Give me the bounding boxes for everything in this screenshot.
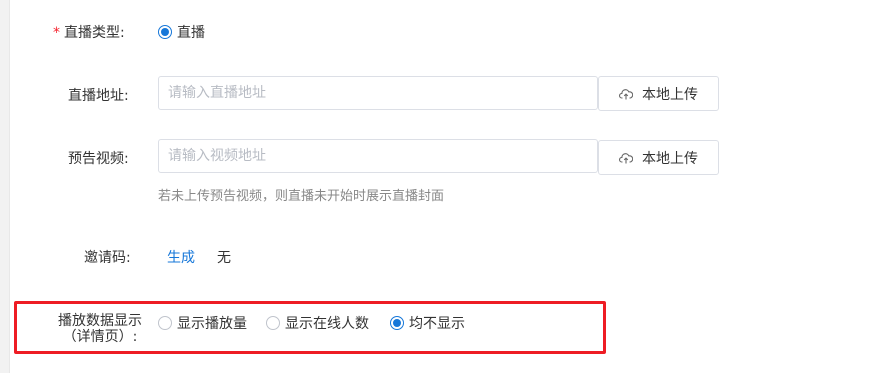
radio-label: 均不显示 [409, 316, 465, 332]
preview-video-input[interactable] [159, 140, 597, 172]
radio-checked-icon [158, 25, 172, 39]
live-type-radio-live[interactable]: 直播 [158, 22, 205, 42]
radio-label: 显示在线人数 [285, 316, 369, 332]
radio-show-play-count[interactable]: 显示播放量 [158, 313, 247, 333]
radio-show-none[interactable]: 均不显示 [390, 313, 465, 333]
live-url-input[interactable] [159, 77, 597, 109]
radio-unchecked-icon [266, 316, 280, 330]
radio-checked-icon [390, 316, 404, 330]
live-type-option-label: 直播 [177, 25, 205, 41]
playback-display-label-line1: 播放数据显示 [58, 313, 142, 329]
preview-video-hint: 若未上传预告视频，则直播未开始时展示直播封面 [158, 189, 445, 204]
preview-video-label: 预告视频: [68, 151, 129, 167]
preview-video-field[interactable] [158, 139, 598, 173]
upload-button-label: 本地上传 [642, 150, 698, 167]
playback-display-label: 播放数据显示 （详情页）: [50, 313, 150, 345]
upload-button-label: 本地上传 [642, 86, 698, 103]
cloud-upload-icon [619, 152, 633, 163]
left-panel-border [0, 0, 10, 373]
radio-show-online-count[interactable]: 显示在线人数 [266, 313, 369, 333]
required-mark: * [53, 25, 60, 41]
live-url-label: 直播地址: [68, 88, 129, 104]
live-type-label-text: 直播类型: [64, 25, 125, 41]
live-type-label: * 直播类型: [53, 22, 125, 42]
live-url-upload-button[interactable]: 本地上传 [598, 76, 719, 111]
generate-invite-code-link[interactable]: 生成 [167, 247, 195, 267]
radio-label: 显示播放量 [177, 316, 247, 332]
invite-code-value: 无 [217, 250, 231, 266]
playback-display-label-line2: （详情页）: [62, 329, 138, 345]
preview-video-upload-button[interactable]: 本地上传 [598, 140, 719, 175]
invite-code-label: 邀请码: [84, 250, 131, 266]
cloud-upload-icon [619, 88, 633, 99]
radio-unchecked-icon [158, 316, 172, 330]
live-url-field[interactable] [158, 76, 598, 110]
